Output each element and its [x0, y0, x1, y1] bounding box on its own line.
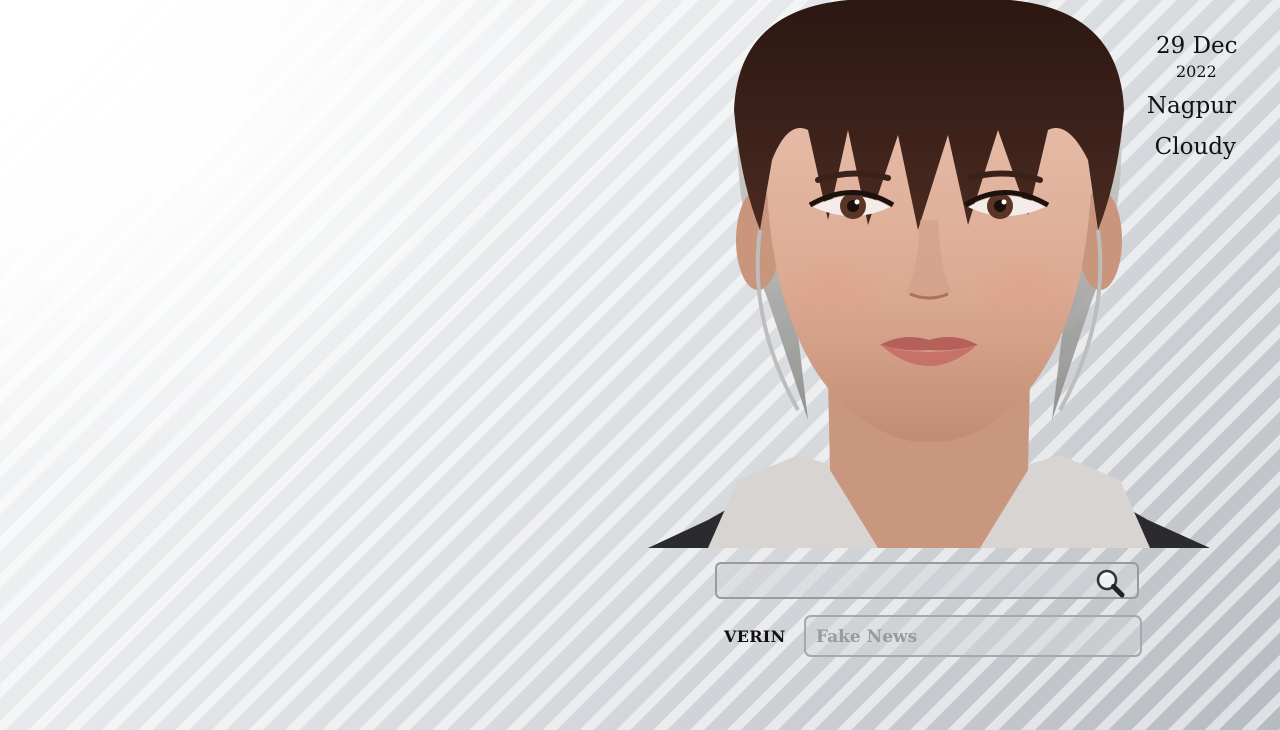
brand-label: VERIN: [724, 627, 786, 646]
weather-label: Cloudy: [1154, 134, 1236, 160]
result-box: Fake News: [804, 615, 1142, 657]
search-bar: [715, 562, 1139, 599]
date-year: 2022: [1176, 62, 1217, 81]
city-label: Nagpur: [1146, 93, 1236, 119]
assistant-avatar: [648, 0, 1210, 548]
date-day: 29 Dec: [1156, 33, 1238, 59]
magnifier-icon[interactable]: [1095, 568, 1127, 598]
result-text: Fake News: [816, 627, 918, 647]
search-input[interactable]: [725, 568, 1089, 596]
